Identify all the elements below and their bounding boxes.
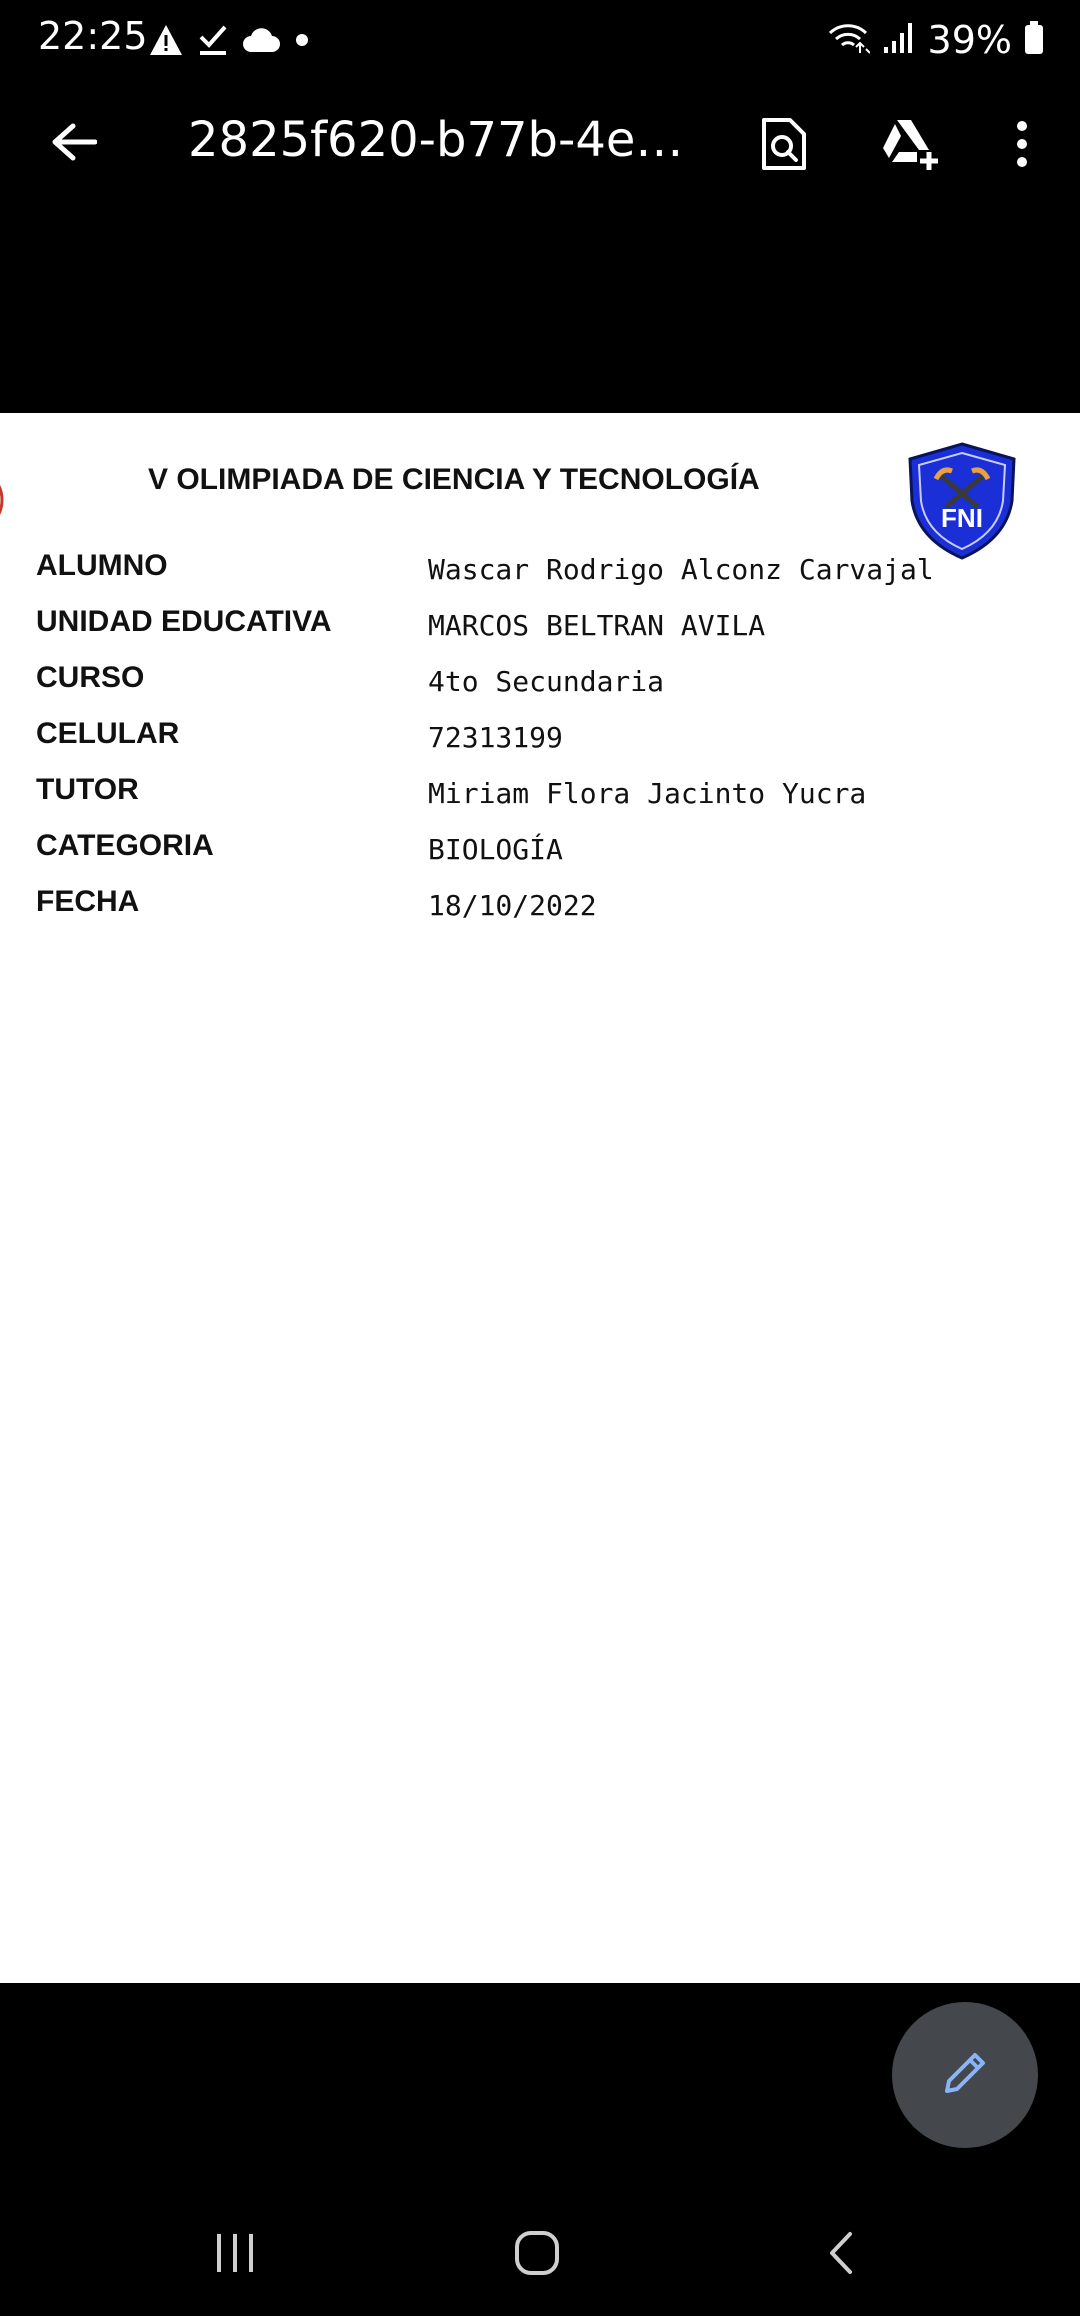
document-title: 2825f620-b77b-4e3f-... <box>188 112 708 168</box>
check-icon <box>198 23 228 62</box>
nav-back-button[interactable] <box>796 2220 886 2290</box>
info-label: CATEGORIA <box>36 829 214 862</box>
info-row-alumno: ALUMNO Wascar Rodrigo Alconz Carvajal <box>36 549 1036 605</box>
info-label: FECHA <box>36 885 140 918</box>
edit-fab-button[interactable] <box>892 2002 1038 2148</box>
cloud-icon <box>242 26 280 59</box>
info-value: 4to Secundaria <box>428 665 665 698</box>
notification-icons <box>148 22 310 62</box>
home-icon <box>514 2230 560 2281</box>
info-value: 18/10/2022 <box>428 889 597 922</box>
document-heading: V OLIMPIADA DE CIENCIA Y TECNOLOGÍA <box>148 463 760 496</box>
info-row-celular: CELULAR 72313199 <box>36 717 1036 773</box>
warning-icon <box>148 23 184 62</box>
info-row-fecha: FECHA 18/10/2022 <box>36 885 1036 941</box>
info-label: TUTOR <box>36 773 139 806</box>
info-value: Wascar Rodrigo Alconz Carvajal <box>428 553 934 586</box>
info-value: Miriam Flora Jacinto Yucra <box>428 777 867 810</box>
info-row-categoria: CATEGORIA BIOLOGÍA <box>36 829 1036 885</box>
more-vert-icon <box>1014 120 1030 173</box>
app-bar: 2825f620-b77b-4e3f-... <box>0 90 1080 190</box>
system-icons: 39% <box>826 14 1044 66</box>
info-row-tutor: TUTOR Miriam Flora Jacinto Yucra <box>36 773 1036 829</box>
search-document-button[interactable] <box>746 108 822 184</box>
home-button[interactable] <box>492 2220 582 2290</box>
battery-icon <box>1024 20 1044 60</box>
drive-add-icon <box>879 118 941 175</box>
search-document-icon <box>760 116 808 177</box>
info-row-curso: CURSO 4to Secundaria <box>36 661 1036 717</box>
info-value: 72313199 <box>428 721 563 754</box>
document-page[interactable]: V OLIMPIADA DE CIENCIA Y TECNOLOGÍA FNI … <box>0 413 1080 1983</box>
back-button[interactable] <box>40 110 108 178</box>
status-time: 22:25 <box>38 14 148 58</box>
signal-icon <box>882 21 916 60</box>
back-arrow-icon <box>51 122 98 167</box>
battery-percent: 39% <box>927 18 1012 62</box>
fni-shield-logo: FNI <box>906 441 1018 561</box>
status-bar: 22:25 39% <box>0 0 1080 80</box>
info-value: BIOLOGÍA <box>428 833 563 866</box>
logo-text: FNI <box>941 503 983 533</box>
nav-back-icon <box>826 2230 856 2281</box>
more-options-button[interactable] <box>984 108 1060 184</box>
info-table: ALUMNO Wascar Rodrigo Alconz Carvajal UN… <box>36 549 1036 941</box>
pencil-icon <box>939 2047 991 2104</box>
drive-add-button[interactable] <box>872 108 948 184</box>
wifi-icon <box>826 21 871 60</box>
info-label: CELULAR <box>36 717 180 750</box>
navigation-bar <box>0 2200 1080 2316</box>
recents-button[interactable] <box>190 2220 280 2290</box>
info-label: UNIDAD EDUCATIVA <box>36 605 332 638</box>
info-label: ALUMNO <box>36 549 168 582</box>
info-value: MARCOS BELTRAN AVILA <box>428 609 766 642</box>
partial-logo-icon <box>0 465 8 535</box>
info-label: CURSO <box>36 661 145 694</box>
info-row-unidad-educativa: UNIDAD EDUCATIVA MARCOS BELTRAN AVILA <box>36 605 1036 661</box>
recents-icon <box>213 2232 257 2279</box>
dot-icon <box>294 32 310 53</box>
